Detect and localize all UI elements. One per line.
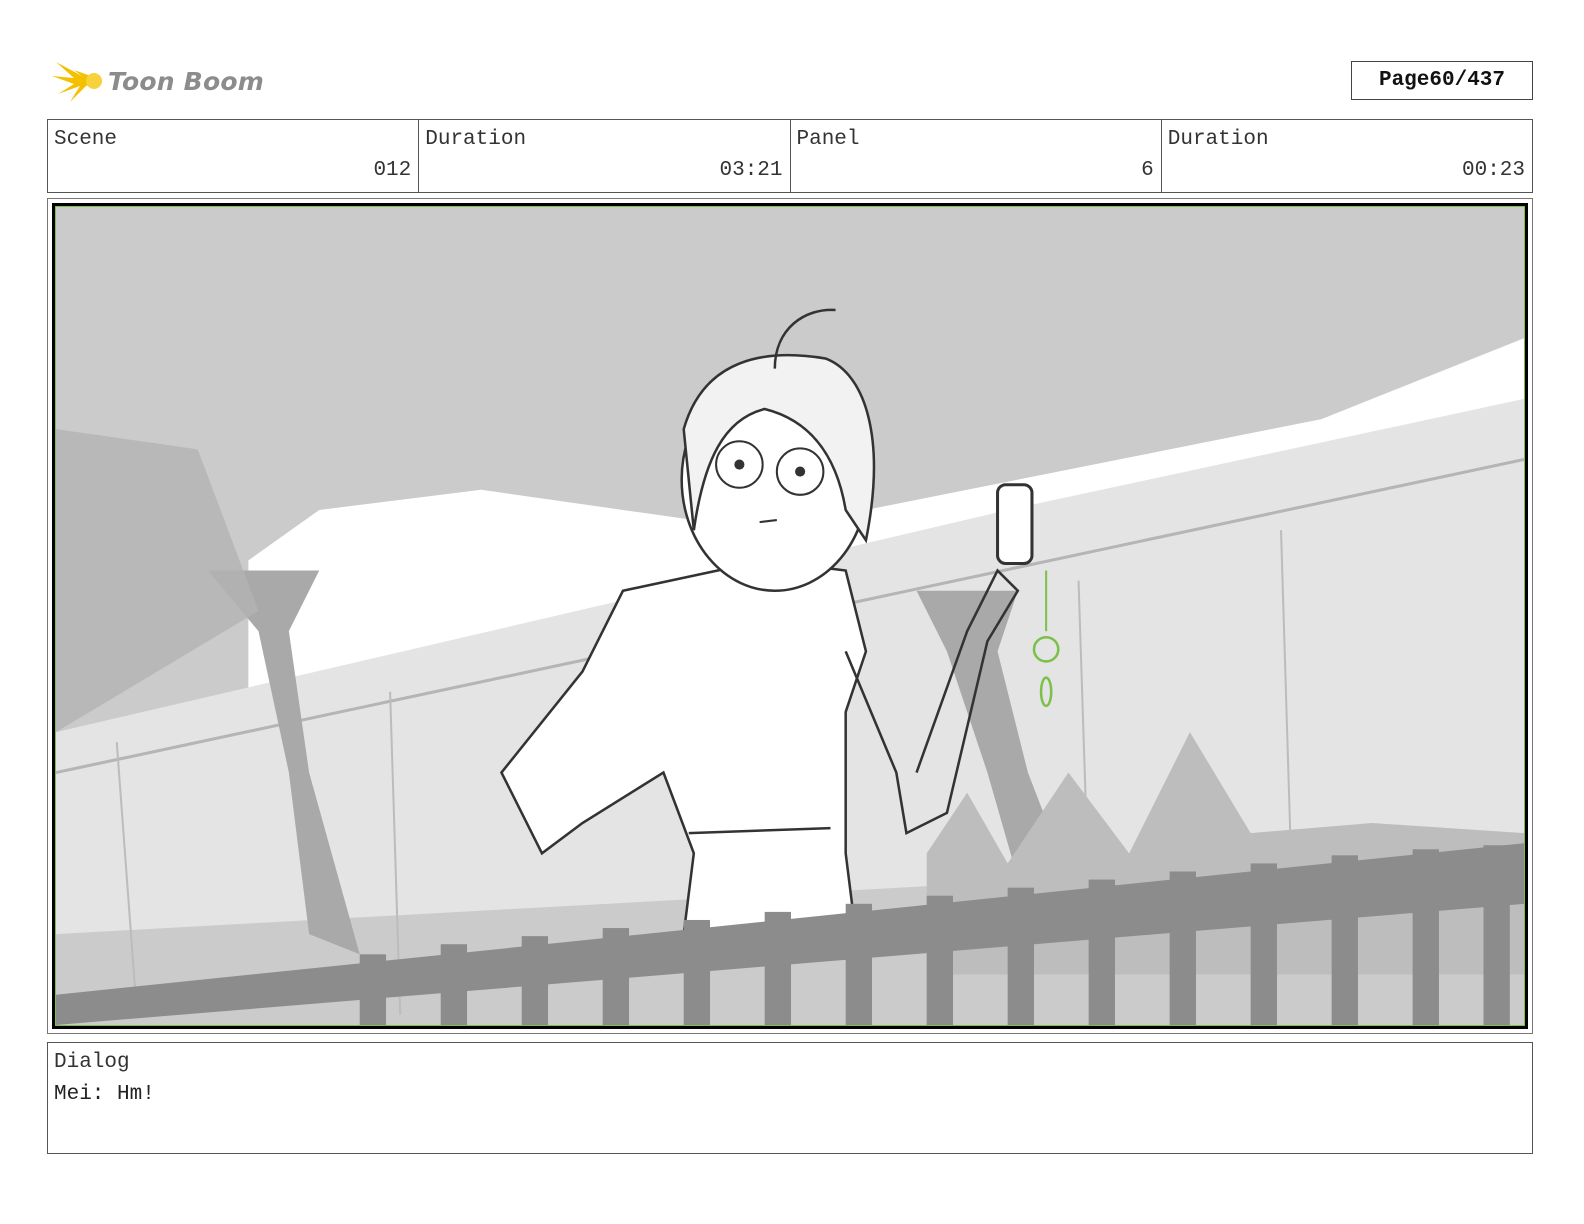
eye-right <box>795 466 806 477</box>
scene-duration-label: Duration <box>425 128 527 151</box>
dialog-label: Dialog <box>54 1051 130 1074</box>
panel-drawing-area <box>55 206 1525 1026</box>
phone <box>996 483 1034 566</box>
scene-duration-cell: Duration 03:21 <box>419 120 791 192</box>
panel-label: Panel <box>796 128 860 151</box>
scene-cell: Scene 012 <box>48 120 420 192</box>
eye-left <box>734 459 745 470</box>
page-counter: Page 60/437 <box>1351 61 1533 100</box>
page-number: 60/437 <box>1429 69 1506 92</box>
panel-duration-cell: Duration 00:23 <box>1162 120 1532 192</box>
scene-duration-value: 03:21 <box>719 159 783 182</box>
scene-value: 012 <box>373 159 412 182</box>
starburst-icon <box>52 62 102 102</box>
panel-value: 6 <box>1141 159 1154 182</box>
panel-sketch <box>56 207 1524 1025</box>
page-label: Page <box>1378 69 1430 92</box>
brand-name: Toon Boom <box>108 66 264 96</box>
panel-cell: Panel 6 <box>791 120 1162 192</box>
scene-info-table: Scene 012 Duration 03:21 Panel 6 Duratio… <box>47 119 1533 193</box>
dialog-box: Dialog Mei: Hm! <box>47 1042 1533 1154</box>
scene-label: Scene <box>54 128 118 151</box>
dialog-text: Mei: Hm! <box>54 1083 155 1106</box>
toon-boom-logo: Toon Boom <box>52 56 264 106</box>
panel-duration-value: 00:23 <box>1461 159 1525 182</box>
storyboard-panel-image <box>52 203 1528 1029</box>
panel-duration-label: Duration <box>1167 128 1269 151</box>
storyboard-panel-frame <box>47 198 1533 1034</box>
